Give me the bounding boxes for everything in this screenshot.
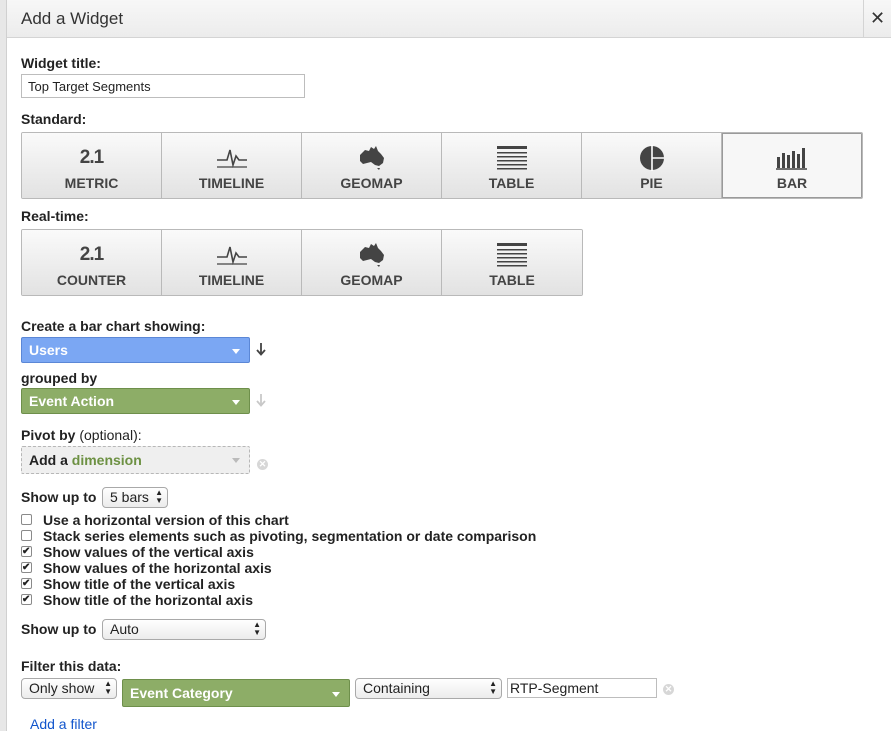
- tile-label: GEOMAP: [340, 175, 403, 191]
- realtime-tile-counter[interactable]: 2.1 COUNTER: [22, 230, 162, 295]
- pie-icon: [582, 145, 721, 171]
- checkbox-label: Show title of the horizontal axis: [43, 592, 254, 608]
- widget-title-label: Widget title:: [21, 55, 101, 71]
- realtime-tile-geomap[interactable]: GEOMAP: [302, 230, 442, 295]
- realtime-label: Real-time:: [21, 208, 89, 224]
- checkbox-label: Stack series elements such as pivoting, …: [43, 528, 537, 544]
- tile-label: TABLE: [489, 272, 535, 288]
- standard-tile-timeline[interactable]: TIMELINE: [162, 133, 302, 198]
- table-icon: [442, 242, 582, 268]
- show-up-to-label-2: Show up to: [21, 621, 97, 637]
- filter-mode-select[interactable]: Only show ▲ ▼: [21, 678, 117, 699]
- metric-dropdown[interactable]: Users: [21, 337, 250, 363]
- bars-count-value: 5 bars: [110, 489, 149, 505]
- dialog-title: Add a Widget: [21, 9, 124, 28]
- filter-dimension-value: Event Category: [130, 685, 233, 701]
- checkbox-label: Show title of the vertical axis: [43, 576, 236, 592]
- checkbox-stack-series[interactable]: Stack series elements such as pivoting, …: [21, 528, 536, 544]
- checkbox[interactable]: [21, 544, 32, 560]
- checkbox-title-vertical-axis[interactable]: Show title of the vertical axis: [21, 576, 235, 592]
- background-page-strip: [0, 0, 7, 731]
- tile-label: GEOMAP: [340, 272, 403, 288]
- metric-icon: 2.1: [79, 147, 104, 168]
- checkbox-values-vertical-axis[interactable]: Show values of the vertical axis: [21, 544, 254, 560]
- realtime-tile-timeline[interactable]: TIMELINE: [162, 230, 302, 295]
- checkbox[interactable]: [21, 576, 32, 592]
- tile-label: TIMELINE: [198, 272, 265, 288]
- up-down-arrows-icon: ▲ ▼: [104, 679, 112, 696]
- add-filter-link[interactable]: Add a filter: [30, 716, 97, 732]
- auto-select[interactable]: Auto ▲ ▼: [102, 619, 266, 640]
- add-widget-dialog: Add a Widget ✕ Widget title: Standard: 2…: [7, 0, 891, 732]
- filter-operator-value: Containing: [363, 680, 430, 696]
- clear-pivot-icon[interactable]: ✕: [257, 459, 268, 470]
- close-icon[interactable]: ✕: [863, 0, 891, 37]
- chevron-down-icon: [232, 400, 240, 405]
- standard-widget-types: 2.1 METRIC TIMELINE GEOMAP TABLE PIE BAR: [21, 132, 863, 199]
- up-down-arrows-icon: ▲ ▼: [253, 620, 261, 637]
- tile-label: COUNTER: [56, 272, 127, 288]
- standard-tile-geomap[interactable]: GEOMAP: [302, 133, 442, 198]
- tile-label: BAR: [776, 175, 808, 191]
- standard-tile-bar[interactable]: BAR: [722, 133, 862, 198]
- checkbox-horizontal-version[interactable]: Use a horizontal version of this chart: [21, 512, 289, 528]
- dialog-titlebar: Add a Widget ✕: [7, 0, 891, 38]
- realtime-widget-types: 2.1 COUNTER TIMELINE GEOMAP TABLE: [21, 229, 583, 296]
- up-down-arrows-icon: ▲ ▼: [489, 679, 497, 696]
- standard-tile-pie[interactable]: PIE: [582, 133, 722, 198]
- chevron-down-icon: [332, 692, 340, 697]
- grouped-by-label: grouped by: [21, 370, 98, 386]
- widget-title-input[interactable]: [21, 74, 305, 98]
- checkbox-label: Show values of the horizontal axis: [43, 560, 272, 576]
- counter-icon: 2.1: [79, 244, 104, 265]
- pivot-placeholder-prefix: Add a: [29, 452, 68, 468]
- pivot-label: Pivot by (optional):: [21, 427, 142, 443]
- up-down-arrows-icon: ▲ ▼: [155, 488, 163, 505]
- checkbox-label: Use a horizontal version of this chart: [43, 512, 289, 528]
- filter-operator-select[interactable]: Containing ▲ ▼: [355, 678, 502, 699]
- filter-value-input[interactable]: [507, 678, 657, 698]
- standard-tile-table[interactable]: TABLE: [442, 133, 582, 198]
- dimension-dropdown-value: Event Action: [29, 393, 115, 409]
- standard-tile-metric[interactable]: 2.1 METRIC: [22, 133, 162, 198]
- tile-label: PIE: [640, 175, 663, 191]
- showing-label: Create a bar chart showing:: [21, 318, 206, 334]
- clear-filter-icon[interactable]: ✕: [663, 684, 674, 695]
- pivot-placeholder-dim: dimension: [71, 452, 142, 468]
- sort-down-arrow-icon[interactable]: [256, 393, 266, 411]
- tile-label: METRIC: [64, 175, 119, 191]
- metric-dropdown-value: Users: [29, 342, 68, 358]
- realtime-tile-table[interactable]: TABLE: [442, 230, 582, 295]
- checkbox-title-horizontal-axis[interactable]: Show title of the horizontal axis: [21, 592, 253, 608]
- timeline-icon: [162, 242, 301, 268]
- filter-mode-value: Only show: [29, 680, 95, 696]
- checkbox[interactable]: [21, 592, 32, 608]
- australia-map-icon: [302, 242, 441, 268]
- sort-down-arrow-icon[interactable]: [256, 342, 266, 360]
- checkbox[interactable]: [21, 529, 32, 541]
- table-icon: [442, 145, 581, 171]
- australia-map-icon: [302, 145, 441, 171]
- timeline-icon: [162, 145, 301, 171]
- chevron-down-icon: [232, 349, 240, 354]
- pivot-dropdown[interactable]: Add a dimension: [21, 446, 250, 474]
- checkbox[interactable]: [21, 513, 32, 525]
- filter-label: Filter this data:: [21, 658, 122, 674]
- checkbox[interactable]: [21, 560, 32, 576]
- show-up-to-label: Show up to: [21, 489, 97, 505]
- checkbox-values-horizontal-axis[interactable]: Show values of the horizontal axis: [21, 560, 272, 576]
- standard-label: Standard:: [21, 111, 87, 127]
- filter-dimension-dropdown[interactable]: Event Category: [122, 679, 350, 707]
- chevron-down-icon: [232, 458, 240, 463]
- tile-label: TABLE: [488, 175, 535, 191]
- bars-count-select[interactable]: 5 bars ▲ ▼: [102, 487, 168, 508]
- dimension-dropdown[interactable]: Event Action: [21, 388, 250, 414]
- checkbox-label: Show values of the vertical axis: [43, 544, 254, 560]
- bar-chart-icon: [722, 145, 862, 171]
- auto-select-value: Auto: [110, 621, 139, 637]
- tile-label: TIMELINE: [198, 175, 265, 191]
